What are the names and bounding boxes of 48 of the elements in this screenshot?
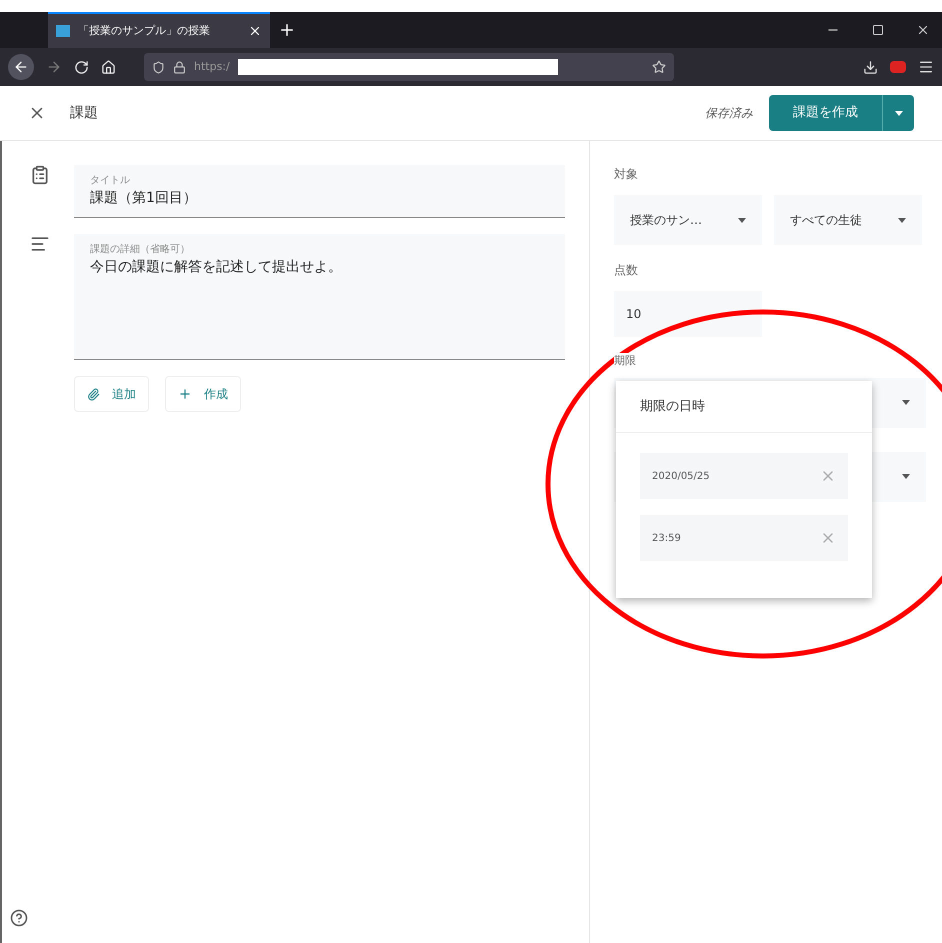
create-assignment-button[interactable]: 課題を作成 xyxy=(769,95,882,131)
tab-favicon-icon xyxy=(56,25,70,37)
field-label: 課題の詳細（省略可） xyxy=(90,242,191,257)
time-field[interactable]: 23:59 xyxy=(640,515,848,561)
star-icon[interactable] xyxy=(652,60,666,74)
field-label: タイトル xyxy=(90,174,131,188)
shield-icon xyxy=(152,60,165,74)
dropdown-arrow-icon xyxy=(738,218,746,222)
field-value: 課題（第1回目） xyxy=(90,189,198,208)
class-select[interactable]: 授業のサン… xyxy=(614,195,762,245)
dropdown-arrow-icon xyxy=(902,400,910,405)
popup-title: 期限の日時 xyxy=(640,398,705,416)
dropdown-button[interactable] xyxy=(882,95,914,131)
create-button[interactable]: 作成 xyxy=(165,376,241,412)
browser-tab[interactable]: 「授業のサンプル」の授業 xyxy=(48,12,270,48)
download-icon[interactable] xyxy=(863,60,878,74)
help-icon[interactable] xyxy=(10,909,28,927)
close-icon[interactable] xyxy=(248,24,262,38)
add-button[interactable]: 追加 xyxy=(74,376,149,412)
menu-icon[interactable] xyxy=(918,59,934,75)
tab-title: 「授業のサンプル」の授業 xyxy=(78,22,211,39)
close-window-icon[interactable] xyxy=(916,23,930,37)
caret-icon xyxy=(894,110,902,116)
points-label: 点数 xyxy=(614,262,639,279)
url-text: https:/ xyxy=(194,58,230,75)
plus-icon xyxy=(178,387,192,401)
dropdown-arrow-icon xyxy=(902,474,910,479)
paperclip-icon xyxy=(87,388,100,400)
points-field[interactable]: 10 xyxy=(614,291,762,337)
dropdown-arrow-icon xyxy=(898,218,906,222)
reload-icon[interactable] xyxy=(74,60,89,74)
students-select[interactable]: すべての生徒 xyxy=(774,195,922,245)
extension-icon[interactable] xyxy=(890,61,906,73)
back-button[interactable] xyxy=(8,54,34,80)
lock-icon xyxy=(173,60,186,74)
clipboard-icon xyxy=(30,165,50,185)
title-field[interactable]: タイトル 課題（第1回目） xyxy=(74,165,565,218)
field-value: 今日の課題に解答を記述して提出せよ。 xyxy=(90,258,343,277)
home-icon[interactable] xyxy=(101,60,116,74)
new-tab-icon[interactable] xyxy=(278,21,296,39)
forward-icon[interactable] xyxy=(46,59,62,75)
save-status: 保存済み xyxy=(705,105,753,122)
page-title: 課題 xyxy=(70,104,98,122)
maximize-icon[interactable] xyxy=(872,24,884,36)
target-label: 対象 xyxy=(614,166,639,183)
date-field[interactable]: 2020/05/25 xyxy=(640,453,848,499)
details-field[interactable]: 課題の詳細（省略可） 今日の課題に解答を記述して提出せよ。 xyxy=(74,234,565,360)
address-bar[interactable]: https:/ xyxy=(144,53,674,81)
